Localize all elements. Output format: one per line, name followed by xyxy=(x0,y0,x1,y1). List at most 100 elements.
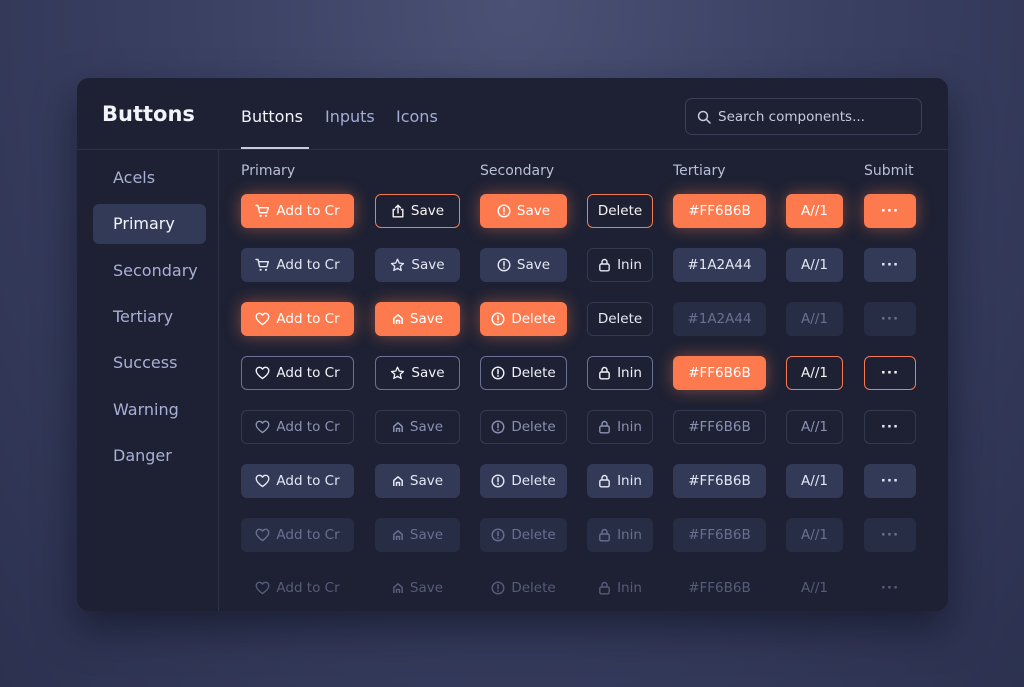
button-r1-c5[interactable]: #FF6B6B xyxy=(673,194,766,228)
button-label: ··· xyxy=(880,527,900,543)
button-label: Inin xyxy=(617,580,642,596)
button-r4-c1[interactable]: Add to Cr xyxy=(241,356,354,390)
button-r8-c4[interactable]: Inin xyxy=(587,571,653,605)
heart-icon xyxy=(255,581,270,595)
tab-icons[interactable]: Icons xyxy=(396,107,438,126)
sidebar-item-acels[interactable]: Acels xyxy=(93,158,206,198)
button-label: #1A2A44 xyxy=(687,311,752,327)
button-r7-c4[interactable]: Inin xyxy=(587,518,653,552)
button-r7-c3[interactable]: Delete xyxy=(480,518,567,552)
cart-icon xyxy=(255,258,270,272)
lock-icon xyxy=(598,474,611,488)
sidebar-item-warning[interactable]: Warning xyxy=(93,390,206,430)
button-r5-c3[interactable]: Delete xyxy=(480,410,567,444)
active-tab-indicator xyxy=(241,147,309,149)
button-label: ··· xyxy=(880,580,900,596)
lock-icon xyxy=(598,581,611,595)
button-r5-c7[interactable]: ··· xyxy=(864,410,916,444)
lock-icon xyxy=(598,258,611,272)
button-r8-c3[interactable]: Delete xyxy=(480,571,567,605)
button-r2-c3[interactable]: Save xyxy=(480,248,567,282)
sidebar-item-secondary[interactable]: Secondary xyxy=(93,251,206,291)
button-r3-c5[interactable]: #1A2A44 xyxy=(673,302,766,336)
button-r2-c1[interactable]: Add to Cr xyxy=(241,248,354,282)
button-r3-c2[interactable]: Save xyxy=(375,302,460,336)
heart-icon xyxy=(255,420,270,434)
button-r6-c4[interactable]: Inin xyxy=(587,464,653,498)
button-r4-c3[interactable]: Delete xyxy=(480,356,567,390)
panel-header: Buttons Buttons Inputs Icons xyxy=(77,78,948,150)
button-label: A//1 xyxy=(801,203,828,219)
button-r1-c3[interactable]: Save xyxy=(480,194,567,228)
button-r1-c2[interactable]: Save xyxy=(375,194,460,228)
button-r2-c4[interactable]: Inin xyxy=(587,248,653,282)
button-r5-c6[interactable]: A//1 xyxy=(786,410,843,444)
lock-icon xyxy=(598,420,611,434)
button-r3-c7[interactable]: ··· xyxy=(864,302,916,336)
button-r7-c2[interactable]: Save xyxy=(375,518,460,552)
button-label: Add to Cr xyxy=(276,527,340,543)
sidebar-item-success[interactable]: Success xyxy=(93,343,206,383)
button-r3-c4[interactable]: Delete xyxy=(587,302,653,336)
button-r4-c5[interactable]: #FF6B6B xyxy=(673,356,766,390)
button-r5-c4[interactable]: Inin xyxy=(587,410,653,444)
button-r3-c6[interactable]: A//1 xyxy=(786,302,843,336)
button-r1-c4[interactable]: Delete xyxy=(587,194,653,228)
button-label: Save xyxy=(409,527,444,543)
button-r4-c6[interactable]: A//1 xyxy=(786,356,843,390)
star-icon xyxy=(390,258,405,272)
button-r7-c6[interactable]: A//1 xyxy=(786,518,843,552)
tab-buttons[interactable]: Buttons xyxy=(241,107,303,126)
button-r2-c6[interactable]: A//1 xyxy=(786,248,843,282)
button-r6-c2[interactable]: Save xyxy=(375,464,460,498)
button-r3-c3[interactable]: Delete xyxy=(480,302,567,336)
button-r6-c6[interactable]: A//1 xyxy=(786,464,843,498)
button-r3-c1[interactable]: Add to Cr xyxy=(241,302,354,336)
button-r1-c1[interactable]: Add to Cr xyxy=(241,194,354,228)
button-r8-c5[interactable]: #FF6B6B xyxy=(673,571,766,605)
button-r7-c5[interactable]: #FF6B6B xyxy=(673,518,766,552)
button-label: Add to Cr xyxy=(276,203,340,219)
button-r7-c7[interactable]: ··· xyxy=(864,518,916,552)
button-label: ··· xyxy=(880,365,900,381)
button-r7-c1[interactable]: Add to Cr xyxy=(241,518,354,552)
button-r2-c2[interactable]: Save xyxy=(375,248,460,282)
button-label: Save xyxy=(409,419,444,435)
button-r5-c5[interactable]: #FF6B6B xyxy=(673,410,766,444)
button-r1-c6[interactable]: A//1 xyxy=(786,194,843,228)
alert-icon xyxy=(497,204,511,218)
search-input[interactable] xyxy=(718,99,916,134)
button-r1-c7[interactable]: ··· xyxy=(864,194,916,228)
button-r8-c1[interactable]: Add to Cr xyxy=(241,571,354,605)
button-r2-c7[interactable]: ··· xyxy=(864,248,916,282)
button-r6-c1[interactable]: Add to Cr xyxy=(241,464,354,498)
button-label: Save xyxy=(516,257,551,273)
button-r6-c7[interactable]: ··· xyxy=(864,464,916,498)
search-box[interactable] xyxy=(685,98,922,135)
button-r8-c7[interactable]: ··· xyxy=(864,571,916,605)
button-r8-c6[interactable]: A//1 xyxy=(786,571,843,605)
components-panel: Buttons Buttons Inputs Icons Acels Prima… xyxy=(77,78,948,611)
button-label: ··· xyxy=(880,419,900,435)
lock-icon xyxy=(598,528,611,542)
button-r5-c2[interactable]: Save xyxy=(375,410,460,444)
heart-icon xyxy=(255,474,270,488)
button-label: Delete xyxy=(511,419,556,435)
button-r4-c7[interactable]: ··· xyxy=(864,356,916,390)
button-r5-c1[interactable]: Add to Cr xyxy=(241,410,354,444)
button-label: Save xyxy=(411,257,445,273)
button-label: Add to Cr xyxy=(276,580,340,596)
button-r4-c4[interactable]: Inin xyxy=(587,356,653,390)
sidebar-item-danger[interactable]: Danger xyxy=(93,436,206,476)
button-r6-c5[interactable]: #FF6B6B xyxy=(673,464,766,498)
sidebar-item-tertiary[interactable]: Tertiary xyxy=(93,297,206,337)
lock-icon xyxy=(598,366,611,380)
button-r4-c2[interactable]: Save xyxy=(375,356,460,390)
button-r8-c2[interactable]: Save xyxy=(375,571,460,605)
button-r2-c5[interactable]: #1A2A44 xyxy=(673,248,766,282)
sidebar-item-primary[interactable]: Primary xyxy=(93,204,206,244)
button-label: Delete xyxy=(597,203,643,219)
button-r6-c3[interactable]: Delete xyxy=(480,464,567,498)
tab-inputs[interactable]: Inputs xyxy=(325,107,375,126)
heart-icon xyxy=(255,366,270,380)
